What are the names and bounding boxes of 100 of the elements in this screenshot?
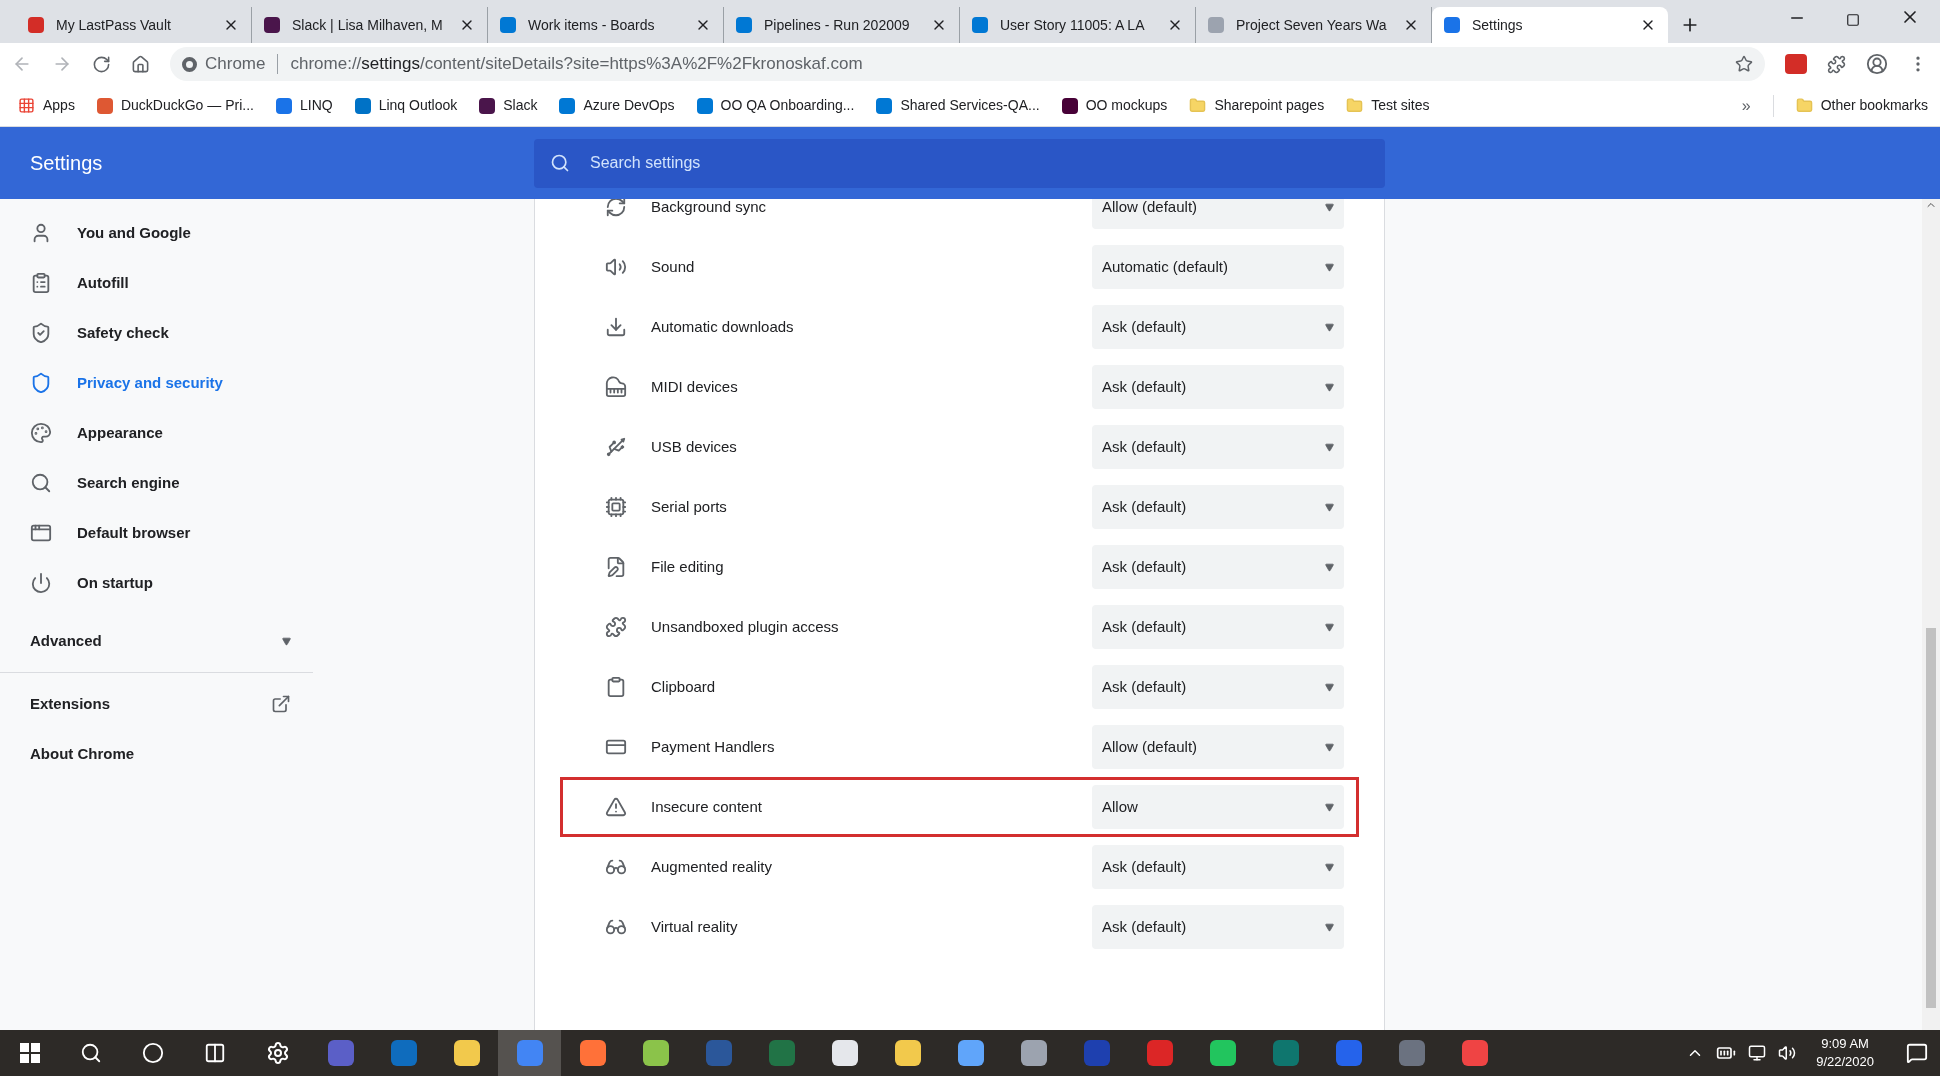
restore-icon[interactable] bbox=[1846, 13, 1860, 27]
permission-dropdown[interactable]: Ask (default) bbox=[1092, 365, 1344, 409]
grid-icon bbox=[18, 97, 35, 114]
browser-tab[interactable]: User Story 11005: A LA bbox=[960, 7, 1196, 43]
bookmark-item[interactable]: DuckDuckGo — Pri... bbox=[96, 95, 254, 116]
sidebar-item[interactable]: You and Google bbox=[0, 208, 534, 258]
bookmark-item[interactable]: Slack bbox=[479, 95, 538, 116]
download-icon bbox=[605, 316, 627, 338]
dropdown-arrow-icon bbox=[1325, 442, 1334, 452]
permission-dropdown[interactable]: Allow (default) bbox=[1092, 725, 1344, 769]
permission-dropdown[interactable]: Ask (default) bbox=[1092, 305, 1344, 349]
circle-icon[interactable] bbox=[142, 1042, 164, 1064]
advanced-toggle[interactable]: Advanced bbox=[0, 611, 313, 673]
site-favicon bbox=[736, 17, 752, 33]
dropdown-arrow-icon bbox=[1325, 922, 1334, 932]
permission-dropdown[interactable]: Ask (default) bbox=[1092, 605, 1344, 649]
windows-start-icon[interactable] bbox=[20, 1043, 40, 1063]
bookmark-item[interactable]: Apps bbox=[18, 95, 75, 116]
app-icon bbox=[768, 1040, 795, 1066]
sidebar-item[interactable]: On startup bbox=[0, 558, 534, 608]
permission-dropdown[interactable]: Ask (default) bbox=[1092, 665, 1344, 709]
reload-icon[interactable] bbox=[92, 54, 111, 74]
permission-dropdown[interactable]: Ask (default) bbox=[1092, 845, 1344, 889]
tab-title: My LastPass Vault bbox=[56, 15, 172, 35]
bookmarks-overflow[interactable]: » bbox=[1741, 93, 1751, 118]
sidebar-item[interactable]: Privacy and security bbox=[0, 358, 534, 408]
bookmark-item[interactable]: OO mockups bbox=[1061, 95, 1168, 116]
dropdown-arrow-icon bbox=[1325, 322, 1334, 332]
warning-icon bbox=[605, 796, 627, 818]
clock-time[interactable]: 9:09 AM bbox=[1821, 1035, 1869, 1053]
about-link[interactable]: About Chrome bbox=[30, 742, 135, 766]
profile-icon[interactable] bbox=[1866, 53, 1888, 75]
site-favicon bbox=[1208, 17, 1224, 33]
browser-tab[interactable]: Work items - Boards bbox=[488, 7, 724, 43]
bookmark-star-icon[interactable] bbox=[1735, 55, 1753, 73]
app-icon bbox=[516, 1040, 543, 1066]
browser-tab[interactable]: Settings bbox=[1432, 7, 1668, 43]
browser-tab[interactable]: Slack | Lisa Milhaven, M bbox=[252, 7, 488, 43]
permission-dropdown[interactable]: Ask (default) bbox=[1092, 425, 1344, 469]
permission-label: Serial ports bbox=[651, 496, 728, 517]
scrollbar[interactable] bbox=[1922, 199, 1940, 1030]
task-view-icon[interactable] bbox=[204, 1042, 226, 1064]
search-input[interactable]: Search settings bbox=[590, 151, 1369, 175]
folder-icon bbox=[1795, 97, 1813, 114]
permission-dropdown[interactable]: Ask (default) bbox=[1092, 545, 1344, 589]
folder-icon bbox=[1346, 97, 1364, 114]
permission-dropdown[interactable]: Allow bbox=[1092, 785, 1344, 829]
chip-icon bbox=[605, 496, 627, 518]
app-icon bbox=[1083, 1040, 1110, 1066]
clock-date[interactable]: 9/22/2020 bbox=[1816, 1053, 1874, 1071]
address-bar[interactable]: Chrome chrome://settings/content/siteDetails?site=https%3A%2F%2Fkronoskaf.com bbox=[170, 47, 1765, 81]
home-icon[interactable] bbox=[131, 54, 150, 74]
extensions-link[interactable]: Extensions bbox=[30, 692, 111, 716]
notifications-icon[interactable] bbox=[1906, 1042, 1928, 1064]
browser-tab[interactable]: Project Seven Years Wa bbox=[1196, 7, 1432, 43]
bookmark-item[interactable]: Shared Services-QA... bbox=[876, 95, 1040, 116]
permission-dropdown[interactable]: Ask (default) bbox=[1092, 485, 1344, 529]
external-link-icon[interactable] bbox=[271, 694, 291, 714]
bookmark-item[interactable]: Test sites bbox=[1346, 95, 1430, 116]
bookmark-item[interactable]: Azure DevOps bbox=[559, 95, 675, 116]
permission-label: USB devices bbox=[651, 436, 738, 457]
search-icon[interactable] bbox=[80, 1042, 102, 1064]
app-icon bbox=[579, 1040, 606, 1066]
browser-tab[interactable]: Pipelines - Run 202009 bbox=[724, 7, 960, 43]
sidebar-item[interactable]: Autofill bbox=[0, 258, 534, 308]
search-field[interactable]: Search settings bbox=[534, 138, 1385, 188]
search-icon bbox=[550, 153, 570, 173]
bookmark-item[interactable]: LINQ bbox=[275, 95, 333, 116]
bookmark-item[interactable]: Other bookmarks bbox=[1795, 95, 1928, 116]
tab-title: Settings bbox=[1472, 15, 1524, 35]
password-manager-icon[interactable] bbox=[1785, 54, 1807, 74]
bookmark-item[interactable]: OO QA Onboarding... bbox=[696, 95, 855, 116]
dropdown-arrow-icon bbox=[1325, 262, 1334, 272]
sidebar-icon bbox=[30, 272, 52, 294]
permission-dropdown[interactable]: Automatic (default) bbox=[1092, 245, 1344, 289]
site-favicon bbox=[354, 97, 371, 114]
app-icon bbox=[1020, 1040, 1047, 1066]
volume-icon[interactable] bbox=[1778, 1044, 1797, 1062]
browser-tab[interactable]: My LastPass Vault bbox=[16, 7, 252, 43]
dropdown-arrow-icon bbox=[1325, 682, 1334, 692]
site-favicon bbox=[876, 97, 893, 114]
tab-title: Pipelines - Run 202009 bbox=[764, 15, 911, 35]
extensions-icon[interactable] bbox=[1827, 54, 1846, 74]
app-icon bbox=[894, 1040, 921, 1066]
site-favicon bbox=[696, 97, 713, 114]
sidebar-item[interactable]: Appearance bbox=[0, 408, 534, 458]
bookmark-item[interactable]: Sharepoint pages bbox=[1189, 95, 1325, 116]
network-icon[interactable] bbox=[1748, 1044, 1767, 1062]
permission-label: Insecure content bbox=[651, 796, 763, 817]
caret-icon bbox=[282, 637, 291, 646]
site-favicon bbox=[1444, 17, 1460, 33]
bookmark-item[interactable]: Linq Outlook bbox=[354, 95, 458, 116]
sidebar-item[interactable]: Search engine bbox=[0, 458, 534, 508]
file-edit-icon bbox=[605, 556, 627, 578]
sidebar-item[interactable]: Default browser bbox=[0, 508, 534, 558]
permission-dropdown[interactable]: Allow (default) bbox=[1092, 199, 1344, 229]
dropdown-arrow-icon bbox=[1325, 202, 1334, 212]
permission-dropdown[interactable]: Ask (default) bbox=[1092, 905, 1344, 949]
site-favicon bbox=[96, 97, 113, 114]
sidebar-item[interactable]: Safety check bbox=[0, 308, 534, 358]
